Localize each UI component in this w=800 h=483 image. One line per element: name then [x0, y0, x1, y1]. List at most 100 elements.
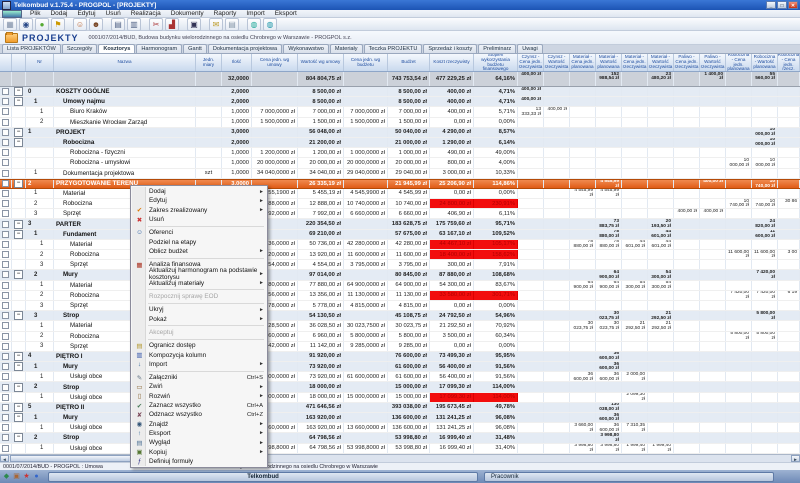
row-expander[interactable]: − — [14, 230, 23, 239]
table-row[interactable]: Robocizna - umysłowi1,000020 000,0000 zł… — [0, 158, 800, 168]
row-checkbox[interactable] — [2, 139, 9, 146]
table-row[interactable]: −4PIĘTRO I2,000091 920,00 zł76 600,00 zł… — [0, 352, 800, 362]
minimize-button[interactable]: _ — [766, 1, 776, 9]
context-menu-item-oferenci[interactable]: ☺Oferenci — [132, 228, 266, 237]
search-icon[interactable]: ◉ — [19, 18, 33, 31]
column-header-rob_cp[interactable]: Robocizna - Cena jedn. planowana — [726, 54, 752, 71]
row-checkbox[interactable] — [2, 108, 9, 115]
context-menu-item-wygląd[interactable]: ▤Wygląd► — [132, 438, 266, 447]
context-menu-item-ogranicz-dostęp[interactable]: ▤Ogranicz dostęp — [132, 341, 266, 350]
maximize-button[interactable]: □ — [777, 1, 787, 9]
context-menu-item-rozwiń[interactable]: ▯Rozwiń► — [132, 392, 266, 401]
table-row[interactable]: 1Materiał1,000036 028,5000 zł36 028,50 z… — [0, 321, 800, 331]
row-expander[interactable]: − — [14, 87, 23, 96]
row-checkbox[interactable] — [2, 343, 9, 350]
table-row[interactable]: 1Biuro Kraków1,00007 000,0000 zł7 000,00… — [0, 107, 800, 117]
row-checkbox[interactable] — [2, 251, 9, 258]
menu-import[interactable]: Import — [241, 10, 269, 17]
table-row[interactable]: −2Strop1,000064 798,56 zł53 998,80 zł16 … — [0, 433, 800, 443]
tab-teczka-projektu[interactable]: Teczka PROJEKTU — [364, 44, 423, 53]
row-expander[interactable]: − — [14, 413, 23, 422]
context-menu-item-znajdź[interactable]: ◉Znajdź► — [132, 420, 266, 429]
document-icon[interactable]: ▤ — [111, 18, 125, 31]
row-checkbox[interactable] — [2, 414, 9, 421]
scroll-left-button[interactable]: ◄ — [0, 455, 9, 462]
row-expander[interactable]: − — [14, 403, 23, 412]
mail-icon[interactable]: ✉ — [209, 18, 223, 31]
row-checkbox[interactable] — [2, 424, 9, 431]
tab-preliminarz[interactable]: Preliminarz — [478, 44, 516, 53]
row-checkbox[interactable] — [2, 180, 9, 187]
column-header-name[interactable]: Nazwa — [54, 54, 196, 71]
chart-icon[interactable]: ▟ — [165, 18, 179, 31]
row-checkbox[interactable] — [2, 373, 9, 380]
table-row[interactable]: −1Mury1,000073 920,00 zł61 600,00 zł56 4… — [0, 362, 800, 372]
row-checkbox[interactable] — [2, 261, 9, 268]
column-header-mat_cp[interactable]: Materiał - Cena jedn. planowana — [570, 54, 596, 71]
row-expander[interactable]: − — [14, 97, 23, 106]
table-row[interactable]: −3PARTER3,0000220 354,50 zł183 628,75 zł… — [0, 219, 800, 229]
globe-icon[interactable]: ◍ — [247, 18, 261, 31]
tab-uwagi[interactable]: Uwagi — [517, 44, 543, 53]
globe2-icon[interactable]: ◍ — [263, 18, 277, 31]
taskbar-app-telkombud[interactable]: Telkombud — [48, 472, 478, 482]
row-checkbox[interactable] — [2, 149, 9, 156]
menu-edytuj[interactable]: Edytuj — [72, 10, 100, 17]
users-icon[interactable]: ☻ — [89, 18, 103, 31]
row-checkbox[interactable] — [2, 333, 9, 340]
row-checkbox[interactable] — [2, 210, 9, 217]
book-icon[interactable]: ▤ — [225, 18, 239, 31]
row-checkbox[interactable] — [2, 353, 9, 360]
table-row[interactable]: 1Usługi obce1,000053 998,8000 zł64 798,5… — [0, 444, 800, 454]
totals-row[interactable]: 32,0000804 804,75 zł743 753,54 zł477 229… — [0, 72, 800, 87]
context-menu-item-import[interactable]: ↓Import► — [132, 360, 266, 369]
context-menu-item-kopiuj[interactable]: ▣Kopiuj► — [132, 447, 266, 456]
row-checkbox[interactable] — [2, 190, 9, 197]
row-expander[interactable]: − — [14, 128, 23, 137]
row-expander[interactable]: − — [14, 180, 23, 188]
save-icon[interactable]: ▣ — [187, 18, 201, 31]
table-row[interactable]: 2Robocizna1,000013 356,0000 zł13 356,00 … — [0, 291, 800, 301]
column-header-mat_wp[interactable]: Materiał - Wartość planowana — [596, 54, 622, 71]
context-menu-item-aktualizuj-harmonogram-na-podstawie-kosztorysu[interactable]: Aktualizuj harmonogram na podstawie kosz… — [132, 269, 266, 278]
column-header-il[interactable]: Ilość — [222, 54, 252, 71]
tab-wykonawstwo[interactable]: Wykonawstwo — [283, 44, 329, 53]
row-expander[interactable]: − — [14, 352, 23, 361]
column-header-sel[interactable] — [0, 54, 12, 71]
row-expander[interactable]: − — [14, 220, 23, 229]
row-expander[interactable]: − — [14, 138, 23, 147]
row-checkbox[interactable] — [2, 241, 9, 248]
status-green-icon[interactable]: ● — [35, 18, 49, 31]
table-row[interactable]: −2Strop1,000018 000,00 zł15 000,00 zł17 … — [0, 382, 800, 392]
table-row[interactable]: 2Robocizna1,000013 920,0000 zł13 920,00 … — [0, 250, 800, 260]
context-menu-item-ukryj[interactable]: Ukryj► — [132, 305, 266, 314]
menu-dokumenty[interactable]: Dokumenty — [166, 10, 209, 17]
menu-plik[interactable]: Plik — [25, 10, 45, 17]
column-header-b[interactable]: Budżet — [388, 54, 430, 71]
grid-icon[interactable]: ▦ — [3, 18, 17, 31]
column-header-kr[interactable]: Koszt rzeczywisty — [430, 54, 474, 71]
user-icon[interactable]: ☺ — [73, 18, 87, 31]
column-header-pal_wr[interactable]: Paliwo - Wartość rzeczywista — [700, 54, 726, 71]
row-checkbox[interactable] — [2, 363, 9, 370]
tab-sprzedaż-i-koszty[interactable]: Sprzedaż i koszty — [423, 44, 477, 53]
row-checkbox[interactable] — [2, 434, 9, 441]
context-menu-item-dodaj[interactable]: Dodaj► — [132, 187, 266, 196]
column-header-rob_wp[interactable]: Robocizna - Wartość planowana — [752, 54, 778, 71]
table-row[interactable]: 3Sprzęt1,00007 992,0000 zł7 992,00 zł6 6… — [0, 209, 800, 219]
table-row[interactable]: 3Sprzęt1,00005 778,0000 zł5 778,00 zł4 8… — [0, 301, 800, 311]
taskbar-icon-3[interactable]: ★ — [22, 472, 31, 481]
table-row[interactable]: 1Usługi obce1,000061 600,0000 zł73 920,0… — [0, 372, 800, 382]
row-checkbox[interactable] — [2, 445, 9, 452]
menu-realizacja[interactable]: Realizacja — [126, 10, 166, 17]
tab-gantt[interactable]: Gantt — [183, 44, 207, 53]
table-row[interactable]: 3Sprzęt1,00004 554,0000 zł4 554,00 zł3 7… — [0, 260, 800, 270]
row-checkbox[interactable] — [2, 98, 9, 105]
menu-eksport[interactable]: Eksport — [270, 10, 302, 17]
table-row[interactable]: −1PROJEKT3,000056 048,00 zł50 040,00 zł4… — [0, 128, 800, 138]
table-row[interactable]: 3Sprzęt1,000011 142,0000 zł11 142,00 zł9… — [0, 342, 800, 352]
table-row[interactable]: 1Materiał1,000077 880,0000 zł77 880,00 z… — [0, 281, 800, 291]
row-expander[interactable]: − — [14, 362, 23, 371]
row-checkbox[interactable] — [2, 200, 9, 207]
column-header-exp[interactable] — [12, 54, 26, 71]
